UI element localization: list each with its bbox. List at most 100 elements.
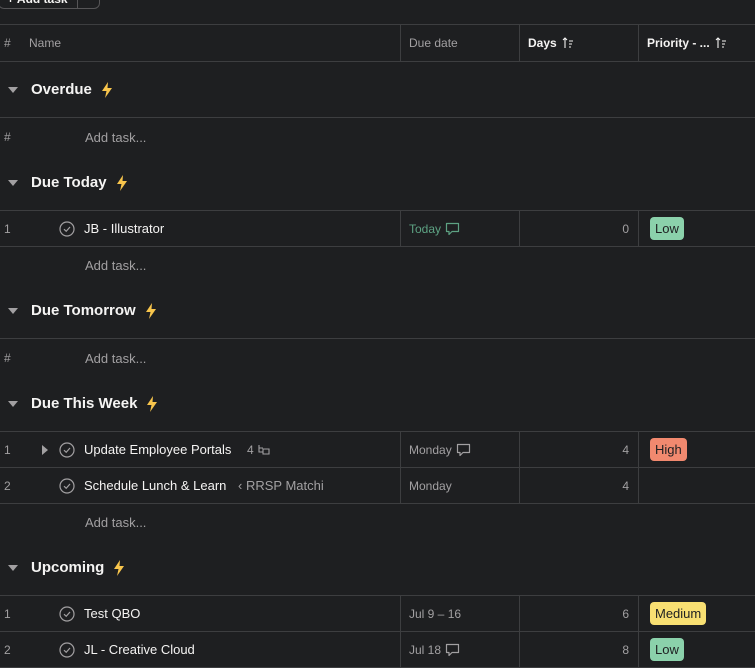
add-task-text[interactable]: Add task... — [85, 130, 146, 145]
due-date: Jul 18 — [409, 642, 442, 657]
column-priority[interactable]: Priority - ... — [639, 25, 755, 61]
add-task-text[interactable]: Add task... — [85, 351, 146, 366]
section-upcoming: Upcoming — [0, 540, 755, 596]
lightning-icon[interactable] — [116, 175, 128, 191]
lightning-icon[interactable] — [101, 82, 113, 98]
days-value: 6 — [622, 606, 629, 621]
collapse-caret-icon[interactable] — [8, 564, 18, 571]
row-number: 1 — [4, 442, 11, 457]
table-row[interactable]: 1 Test QBO Jul 9 – 16 6 Medium — [0, 596, 755, 632]
priority-badge: Low — [650, 638, 684, 661]
row-number: 1 — [4, 606, 11, 621]
table-row[interactable]: 2 JL - Creative Cloud Jul 18 8 Low — [0, 632, 755, 668]
task-name[interactable]: JB - Illustrator — [84, 221, 164, 236]
days-value: 0 — [622, 221, 629, 236]
priority-cell[interactable]: Medium — [639, 596, 755, 631]
table-row[interactable]: 1 Update Employee Portals 4 Monday 4 Hig… — [0, 432, 755, 468]
due-date-cell[interactable]: Monday — [401, 468, 520, 503]
add-task-text[interactable]: Add task... — [85, 258, 146, 273]
task-name-cell[interactable]: 1 Test QBO — [0, 596, 401, 631]
priority-cell[interactable]: High — [639, 432, 755, 467]
add-task-label[interactable]: + Add task — [0, 0, 77, 8]
add-task-text[interactable]: Add task... — [85, 515, 146, 530]
row-number: 2 — [4, 478, 11, 493]
priority-cell[interactable]: Low — [639, 632, 755, 667]
add-task-row[interactable]: # Add task... — [0, 119, 755, 155]
recurring-comment-icon — [456, 443, 471, 457]
due-date: Monday — [409, 442, 452, 457]
due-date: Jul 9 – 16 — [409, 606, 462, 621]
collapse-caret-icon[interactable] — [8, 86, 18, 93]
task-name-cell[interactable]: 1 Update Employee Portals 4 — [0, 432, 401, 467]
complete-check-icon[interactable] — [59, 442, 75, 458]
column-due-date[interactable]: Due date — [401, 25, 520, 61]
priority-cell[interactable] — [639, 468, 755, 503]
days-cell[interactable]: 4 — [520, 468, 639, 503]
section-title[interactable]: Due This Week — [31, 395, 137, 412]
priority-cell[interactable]: Low — [639, 211, 755, 246]
due-date: Monday — [409, 478, 452, 493]
row-number: 1 — [4, 221, 11, 236]
table-row[interactable]: 1 JB - Illustrator Today 0 Low — [0, 211, 755, 247]
subtask-count[interactable]: 4 — [247, 443, 271, 457]
days-value: 8 — [622, 642, 629, 657]
due-date-cell[interactable]: Today — [401, 211, 520, 246]
row-number: 2 — [4, 642, 11, 657]
table-row[interactable]: 2 Schedule Lunch & Learn ‹ RRSP Matchi M… — [0, 468, 755, 504]
add-task-row[interactable]: # Add task... — [0, 340, 755, 376]
complete-check-icon[interactable] — [59, 642, 75, 658]
task-name[interactable]: Test QBO — [84, 606, 140, 621]
recurring-comment-icon — [445, 643, 460, 657]
lightning-icon[interactable] — [145, 303, 157, 319]
task-name[interactable]: Schedule Lunch & Learn — [84, 478, 226, 493]
collapse-caret-icon[interactable] — [8, 400, 18, 407]
section-title[interactable]: Due Tomorrow — [31, 302, 136, 319]
row-number: # — [4, 351, 11, 365]
due-date-cell[interactable]: Monday — [401, 432, 520, 467]
subtask-count-value: 4 — [247, 443, 254, 457]
expand-subtasks-icon[interactable] — [42, 444, 48, 455]
complete-check-icon[interactable] — [59, 221, 75, 237]
sort-ascending-icon[interactable] — [715, 37, 727, 49]
days-value: 4 — [622, 442, 629, 457]
column-name-label: Name — [29, 36, 62, 50]
add-task-row[interactable]: Add task... — [0, 247, 755, 283]
row-number: # — [4, 130, 11, 144]
collapse-caret-icon[interactable] — [8, 179, 18, 186]
section-title[interactable]: Upcoming — [31, 559, 104, 576]
complete-check-icon[interactable] — [59, 478, 75, 494]
column-name[interactable]: Name — [0, 25, 401, 61]
task-name-cell[interactable]: 2 JL - Creative Cloud — [0, 632, 401, 667]
section-title[interactable]: Overdue — [31, 81, 92, 98]
column-due-label: Due date — [409, 36, 458, 50]
days-cell[interactable]: 4 — [520, 432, 639, 467]
sort-ascending-icon[interactable] — [562, 37, 574, 49]
column-days[interactable]: Days — [520, 25, 639, 61]
days-cell[interactable]: 0 — [520, 211, 639, 246]
section-due-tomorrow: Due Tomorrow — [0, 283, 755, 339]
section-due-this-week: Due This Week — [0, 376, 755, 432]
column-days-label: Days — [528, 36, 557, 50]
recurring-comment-icon — [445, 222, 460, 236]
task-name-cell[interactable]: 2 Schedule Lunch & Learn ‹ RRSP Matchi — [0, 468, 401, 503]
due-date-cell[interactable]: Jul 9 – 16 — [401, 596, 520, 631]
add-task-button[interactable]: + Add task — [0, 0, 100, 9]
parent-task-link[interactable]: ‹ RRSP Matchi — [238, 478, 324, 493]
priority-badge: Low — [650, 217, 684, 240]
priority-badge: Medium — [650, 602, 707, 625]
column-header: # Name Due date Days Priority - ... — [0, 24, 755, 62]
due-date-cell[interactable]: Jul 18 — [401, 632, 520, 667]
days-cell[interactable]: 6 — [520, 596, 639, 631]
days-cell[interactable]: 8 — [520, 632, 639, 667]
collapse-caret-icon[interactable] — [8, 307, 18, 314]
lightning-icon[interactable] — [113, 560, 125, 576]
complete-check-icon[interactable] — [59, 606, 75, 622]
lightning-icon[interactable] — [146, 396, 158, 412]
column-priority-label: Priority - ... — [647, 36, 710, 50]
task-name[interactable]: Update Employee Portals — [84, 442, 231, 457]
add-task-row[interactable]: Add task... — [0, 504, 755, 540]
task-name[interactable]: JL - Creative Cloud — [84, 642, 195, 657]
task-name-cell[interactable]: 1 JB - Illustrator — [0, 211, 401, 246]
add-task-dropdown-button[interactable] — [77, 0, 99, 8]
section-title[interactable]: Due Today — [31, 174, 107, 191]
